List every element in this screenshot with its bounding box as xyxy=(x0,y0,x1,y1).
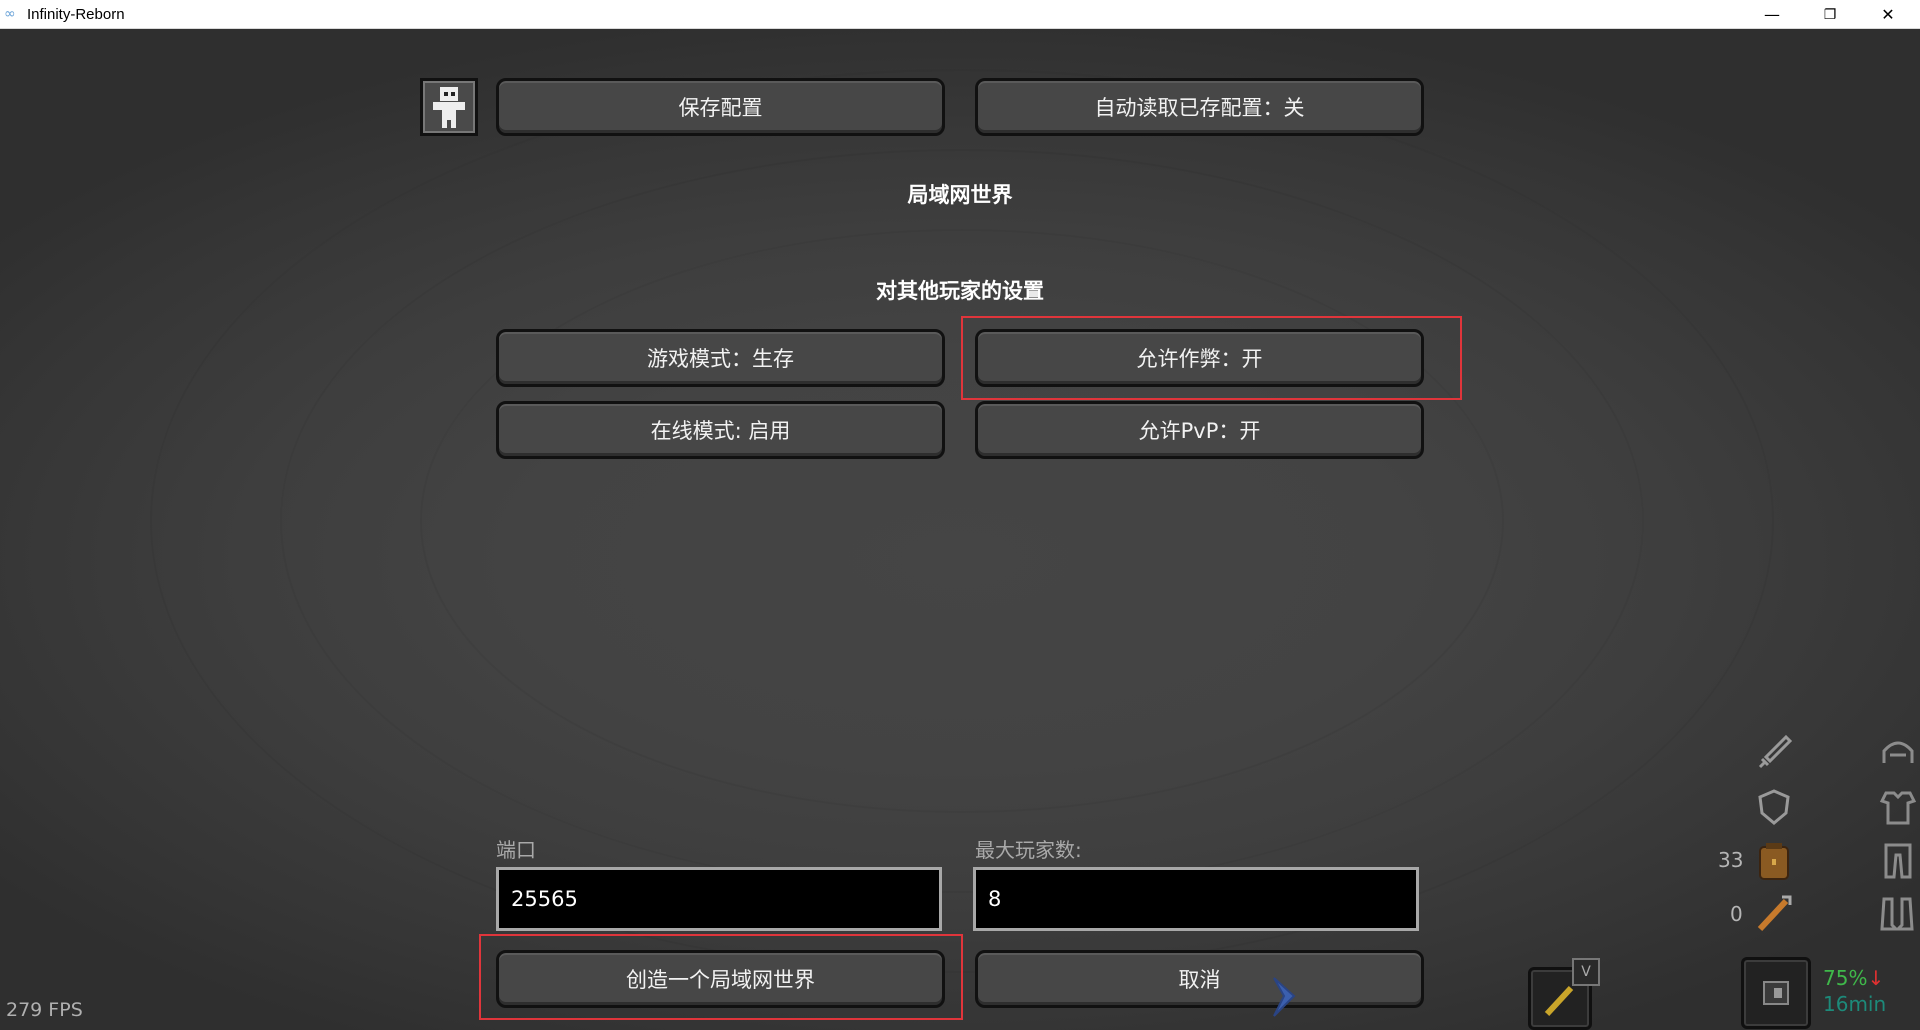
background-vortex xyxy=(420,229,1504,813)
port-input[interactable]: 25565 xyxy=(496,867,942,931)
max-players-input[interactable]: 8 xyxy=(973,867,1419,931)
mouse-cursor-icon xyxy=(1273,977,1296,1017)
allow-pvp-button[interactable]: 允许PvP：开 xyxy=(975,401,1424,459)
game-screen: 保存配置 自动读取已存配置：关 局域网世界 对其他玩家的设置 游戏模式：生存 允… xyxy=(0,29,1920,1030)
sword-icon xyxy=(1758,734,1793,769)
skin-customize-button[interactable] xyxy=(420,78,478,136)
minimize-button[interactable]: — xyxy=(1743,0,1801,29)
helmet-icon xyxy=(1882,741,1914,763)
allow-cheats-button[interactable]: 允许作弊：开 xyxy=(975,329,1424,387)
backpack-count: 33 xyxy=(1718,848,1744,872)
percent-stat: 75%↓ xyxy=(1823,966,1884,990)
hotkey-badge: V xyxy=(1572,958,1600,986)
time-stat: 16min xyxy=(1823,992,1887,1016)
item-block-icon xyxy=(1763,981,1789,1005)
leggings-icon xyxy=(1884,843,1912,879)
percent-value: 75% xyxy=(1823,966,1868,990)
lan-world-title: 局域网世界 xyxy=(907,183,1013,207)
save-config-button[interactable]: 保存配置 xyxy=(496,78,945,136)
app-infinity-icon: ∞ xyxy=(4,6,16,22)
game-mode-button[interactable]: 游戏模式：生存 xyxy=(496,329,945,387)
cancel-button[interactable]: 取消 xyxy=(975,950,1424,1008)
trend-down-icon: ↓ xyxy=(1867,966,1885,990)
port-label: 端口 xyxy=(496,838,536,862)
window-titlebar: ∞ Infinity-Reborn — ❐ ✕ xyxy=(0,0,1920,29)
create-lan-world-button[interactable]: 创造一个局域网世界 xyxy=(496,950,945,1008)
other-players-settings-title: 对其他玩家的设置 xyxy=(876,279,1044,303)
max-players-label: 最大玩家数: xyxy=(975,838,1082,862)
hotkey-label: V xyxy=(1581,964,1591,980)
shield-icon xyxy=(1758,789,1790,825)
boots-icon xyxy=(1880,897,1914,931)
arrow-icon xyxy=(1757,895,1792,932)
fps-counter: 279 FPS xyxy=(6,999,83,1021)
auto-load-config-button[interactable]: 自动读取已存配置：关 xyxy=(975,78,1424,136)
online-mode-button[interactable]: 在线模式: 启用 xyxy=(496,401,945,459)
close-button[interactable]: ✕ xyxy=(1859,0,1917,29)
held-item-slot[interactable] xyxy=(1741,957,1811,1029)
backpack-icon xyxy=(1759,843,1789,880)
restore-button[interactable]: ❐ xyxy=(1801,0,1859,29)
skin-customize-icon xyxy=(433,87,465,128)
arrow-count: 0 xyxy=(1730,902,1743,926)
chestplate-icon xyxy=(1879,791,1917,825)
window-title: Infinity-Reborn xyxy=(27,6,125,23)
